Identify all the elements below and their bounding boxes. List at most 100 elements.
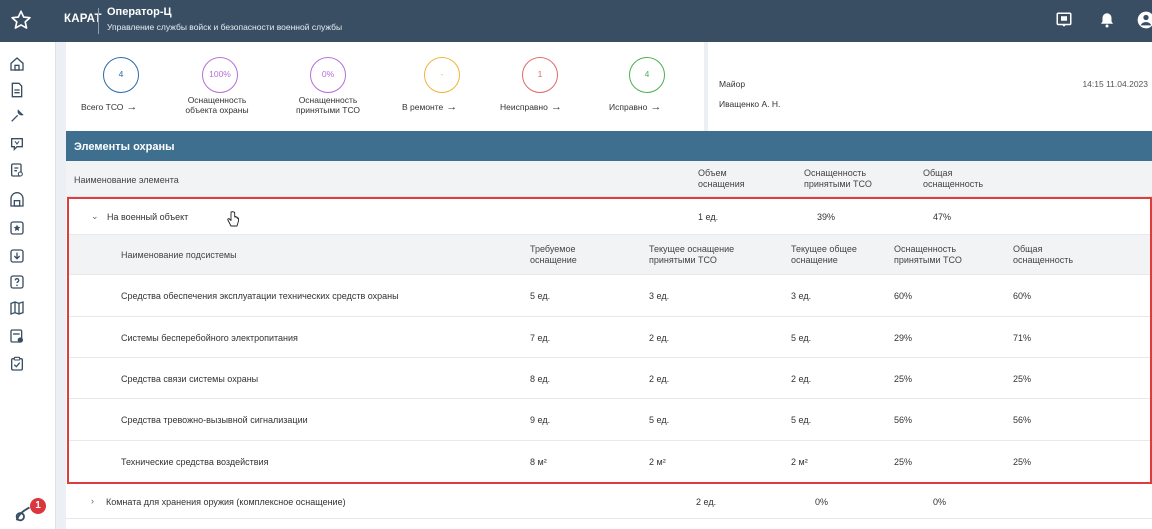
col-volume[interactable]: Объем оснащения xyxy=(698,168,745,190)
subcol-current-total[interactable]: Текущее общее оснащение xyxy=(791,244,857,266)
row-total: 25% xyxy=(1013,457,1032,467)
table-row[interactable]: Средства тревожно-вызывной сигнализации … xyxy=(69,399,1150,441)
shield-icon[interactable] xyxy=(9,220,25,236)
row-name: Средства тревожно-вызывной сигнализации xyxy=(121,415,308,425)
arrow-right-icon: → xyxy=(650,101,662,113)
expanded-group: ⌄ На военный объект 1 ед. 39% 47% Наимен… xyxy=(67,197,1152,484)
help-icon[interactable] xyxy=(9,274,25,290)
tools-icon[interactable] xyxy=(9,108,25,124)
map-icon[interactable] xyxy=(9,300,25,316)
row-required: 8 ед. xyxy=(530,374,551,384)
stat-label: Всего ТСО → xyxy=(81,101,138,113)
row-name: Средства связи системы охраны xyxy=(121,374,259,384)
collapsed-total: 0% xyxy=(933,497,947,507)
row-current-accepted: 2 ед. xyxy=(649,374,670,384)
subcol-total[interactable]: Общая оснащенность xyxy=(1013,244,1073,266)
row-required: 8 м² xyxy=(530,457,547,467)
stat-label: Оснащенность объекта охраны xyxy=(185,95,249,115)
row-current-accepted: 2 м² xyxy=(649,457,666,467)
collapsed-group-row[interactable]: › Комната для хранения оружия (комплексн… xyxy=(66,484,1152,519)
stat-total-tso[interactable]: 4 Всего ТСО → xyxy=(75,47,185,129)
flag-icon[interactable] xyxy=(9,136,25,152)
row-current-accepted: 5 ед. xyxy=(649,415,670,425)
row-name: Системы бесперебойного электропитания xyxy=(121,333,298,343)
row-total: 71% xyxy=(1013,333,1032,343)
chevron-right-icon[interactable]: › xyxy=(91,496,94,506)
left-nav: 1 xyxy=(0,42,56,529)
clipboard-icon[interactable] xyxy=(9,162,25,178)
arrow-right-icon: → xyxy=(550,101,562,113)
subcol-required[interactable]: Требуемое оснащение xyxy=(530,244,577,266)
stat-in-repair[interactable]: - В ремонте → xyxy=(402,47,513,129)
home-icon[interactable] xyxy=(9,56,25,72)
subcol-name[interactable]: Наименование подсистемы xyxy=(121,250,237,261)
table-row[interactable]: Средства связи системы охраны 8 ед. 2 ед… xyxy=(69,358,1150,399)
table-header: Наименование элемента Объем оснащения Ос… xyxy=(66,161,1152,197)
row-current-accepted: 2 ед. xyxy=(649,333,670,343)
brand-name[interactable]: КАРАТ xyxy=(64,13,102,25)
col-name[interactable]: Наименование элемента xyxy=(74,175,179,186)
group-name: На военный объект xyxy=(107,212,189,222)
col-total[interactable]: Общая оснащенность xyxy=(923,168,983,190)
subcol-accepted[interactable]: Оснащенность принятыми ТСО xyxy=(894,244,962,266)
datetime: 14:15 11.04.2023 xyxy=(1082,79,1148,89)
subtable-header: Наименование подсистемы Требуемое оснаще… xyxy=(69,235,1150,275)
row-total: 56% xyxy=(1013,415,1032,425)
bell-icon[interactable] xyxy=(1098,11,1116,29)
stat-accepted-equipment[interactable]: 0% Оснащенность принятыми ТСО xyxy=(290,47,400,129)
col-accepted[interactable]: Оснащенность принятыми ТСО xyxy=(804,168,872,190)
group-accepted: 39% xyxy=(817,212,836,222)
stat-circle: 1 xyxy=(522,57,558,93)
stat-circle: 4 xyxy=(103,57,139,93)
stat-label: В ремонте → xyxy=(402,101,458,113)
row-total: 25% xyxy=(1013,374,1032,384)
arrow-right-icon: → xyxy=(446,101,458,113)
user-name: Иващенко А. Н. xyxy=(719,99,781,109)
chevron-down-icon[interactable]: ⌄ xyxy=(91,211,99,222)
building-icon[interactable] xyxy=(9,192,25,208)
row-name: Технические средства воздействия xyxy=(121,457,269,467)
panel-title: Элементы охраны xyxy=(74,141,175,153)
row-current-total: 2 ед. xyxy=(791,374,812,384)
row-accepted: 25% xyxy=(894,374,913,384)
table-row[interactable]: Средства обеспечения эксплуатации технич… xyxy=(69,275,1150,317)
user-card: Майор Иващенко А. Н. 14:15 11.04.2023 xyxy=(708,42,1152,132)
row-total: 60% xyxy=(1013,291,1032,301)
brand-divider xyxy=(98,8,99,34)
stat-label: Исправно → xyxy=(609,101,662,113)
panel-header: Элементы охраны xyxy=(66,131,1152,161)
hand-cursor-icon xyxy=(227,211,239,227)
chat-icon[interactable] xyxy=(1055,11,1073,29)
star-icon[interactable] xyxy=(10,9,32,31)
row-name: Средства обеспечения эксплуатации технич… xyxy=(121,291,399,301)
row-current-accepted: 3 ед. xyxy=(649,291,670,301)
account-icon[interactable] xyxy=(1136,10,1152,30)
document-icon[interactable] xyxy=(9,82,25,98)
row-accepted: 60% xyxy=(894,291,913,301)
arrow-right-icon: → xyxy=(126,101,138,113)
stat-label: Неисправно → xyxy=(500,101,562,113)
collapsed-volume: 2 ед. xyxy=(696,497,717,507)
collapsed-name: Комната для хранения оружия (комплексное… xyxy=(106,497,346,507)
download-icon[interactable] xyxy=(9,248,25,264)
stat-label: Оснащенность принятыми ТСО xyxy=(295,95,361,115)
report-icon[interactable] xyxy=(9,328,25,344)
row-current-total: 5 ед. xyxy=(791,415,812,425)
subcol-current-accepted[interactable]: Текущее оснащение принятыми ТСО xyxy=(649,244,734,266)
row-required: 7 ед. xyxy=(530,333,551,343)
task-icon[interactable] xyxy=(9,356,25,372)
user-rank: Майор xyxy=(719,79,746,89)
app-title: Оператор-Ц xyxy=(107,6,172,18)
collapsed-accepted: 0% xyxy=(815,497,829,507)
stat-circle: - xyxy=(424,57,460,93)
stat-faulty[interactable]: 1 Неисправно → xyxy=(500,47,620,129)
row-required: 5 ед. xyxy=(530,291,551,301)
stat-object-equipment[interactable]: 100% Оснащенность объекта охраны xyxy=(181,47,291,129)
notification-badge: 1 xyxy=(30,498,46,514)
row-current-total: 2 м² xyxy=(791,457,808,467)
row-accepted: 25% xyxy=(894,457,913,467)
table-row[interactable]: Системы бесперебойного электропитания 7 … xyxy=(69,317,1150,358)
table-row[interactable]: Технические средства воздействия 8 м² 2 … xyxy=(69,441,1150,482)
row-accepted: 56% xyxy=(894,415,913,425)
group-volume: 1 ед. xyxy=(698,212,719,222)
